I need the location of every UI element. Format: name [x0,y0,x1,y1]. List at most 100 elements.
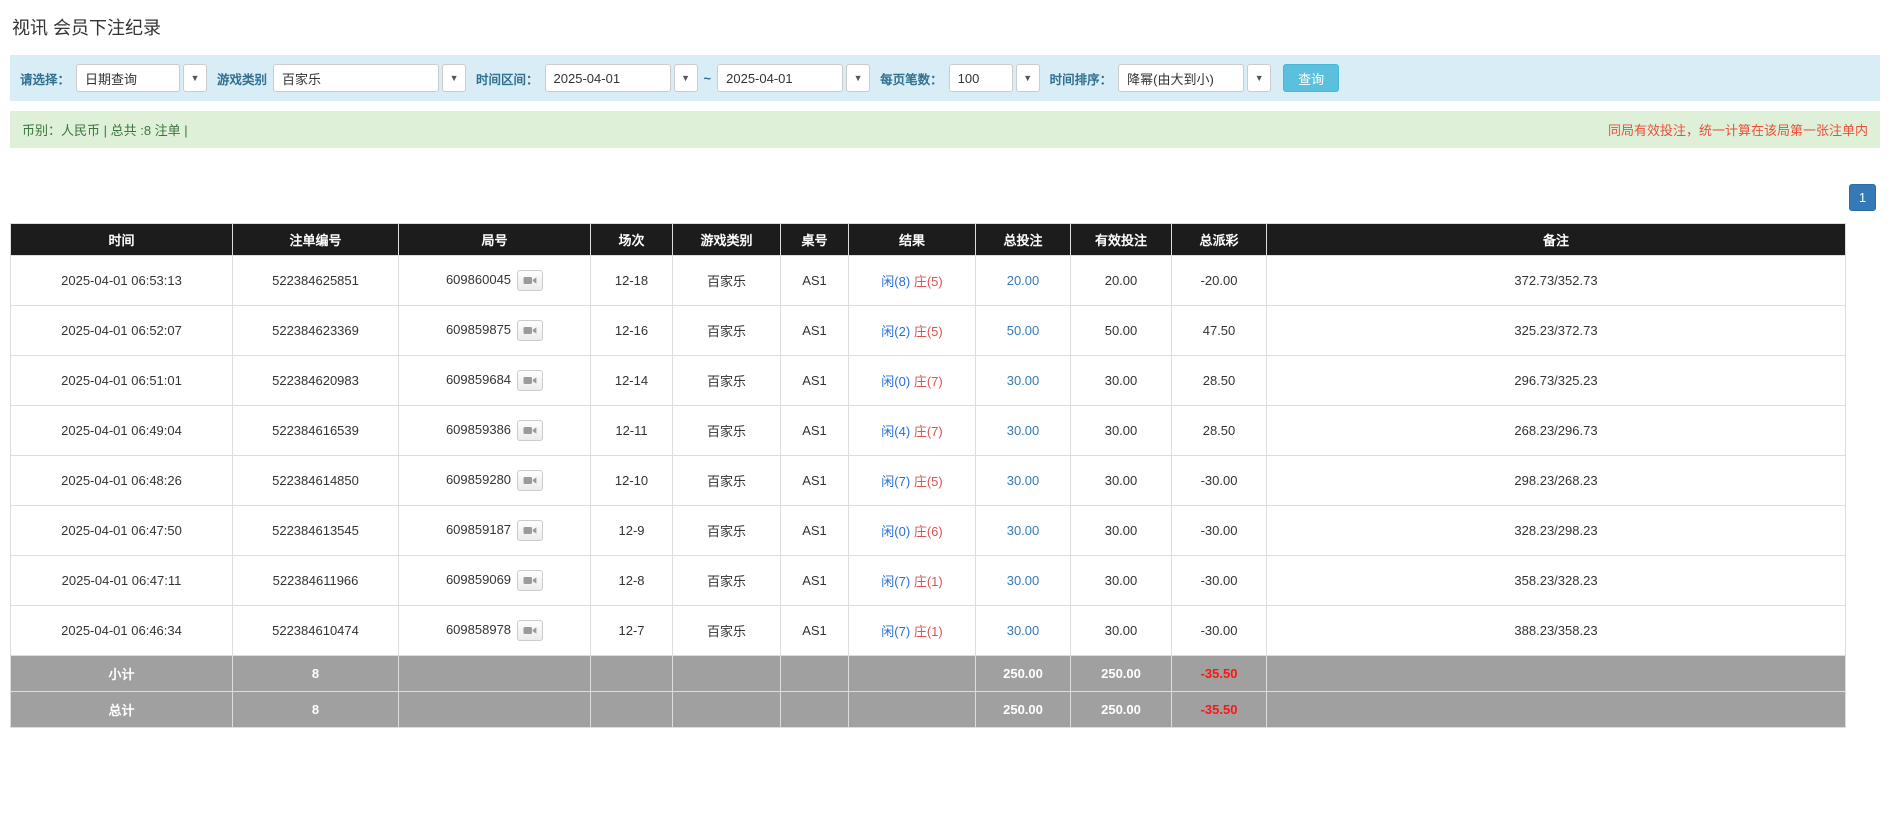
cell-note: 268.23/296.73 [1266,405,1846,456]
video-camera-icon [523,427,537,434]
cell-valid-bet: 20.00 [1070,255,1172,306]
col-valid-bet: 有效投注 [1070,223,1172,256]
cell-note: 388.23/358.23 [1266,605,1846,656]
game-type-label: 游戏类别 [217,72,268,87]
subtotal-total-bet: 250.00 [975,655,1071,692]
video-replay-button[interactable] [517,270,544,291]
cell-round: 609860045 [398,255,591,306]
col-table-no: 桌号 [780,223,849,256]
sort-select[interactable]: 降幂(由大到小) ▼ [1118,64,1272,92]
cell-time: 2025-04-01 06:46:34 [10,605,233,656]
cell-bet-id: 522384613545 [232,505,399,556]
cell-note: 328.23/298.23 [1266,505,1846,556]
grand-total-label: 总计 [10,691,233,728]
cell-result: 闲(7) 庄(1) [848,555,976,606]
cell-total-bet: 50.00 [975,305,1071,356]
round-number: 609859386 [445,421,512,437]
query-type-select[interactable]: 日期查询 ▼ [76,64,208,92]
cell-bet-id: 522384616539 [232,405,399,456]
betting-records-table: 时间 注单编号 局号 场次 游戏类别 桌号 结果 总投注 有效投注 总派彩 备注… [10,223,1846,728]
video-replay-button[interactable] [517,570,544,591]
result-banker: 庄(1) [913,574,943,589]
round-number: 609859280 [445,471,512,487]
cell-time: 2025-04-01 06:49:04 [10,405,233,456]
chevron-down-icon[interactable]: ▼ [1247,64,1272,92]
cell-total-bet: 30.00 [975,505,1071,556]
result-banker: 庄(7) [913,374,943,389]
cell-table-no: AS1 [780,405,849,456]
total-bet-link[interactable]: 30.00 [1007,373,1040,388]
grand-total-row: 总计 8 250.00 250.00 -35.50 [10,691,1846,728]
total-bet-link[interactable]: 30.00 [1007,523,1040,538]
cell-result: 闲(8) 庄(5) [848,255,976,306]
cell-time: 2025-04-01 06:51:01 [10,355,233,406]
video-replay-button[interactable] [517,620,544,641]
date-from-select[interactable]: 2025-04-01 ▼ [544,64,698,92]
date-from-value: 2025-04-01 [544,64,671,92]
date-to-select[interactable]: 2025-04-01 ▼ [717,64,871,92]
notice-text: 同局有效投注，统一计算在该局第一张注单内 [1607,123,1868,138]
video-replay-button[interactable] [517,420,544,441]
page-size-select[interactable]: 100 ▼ [948,64,1040,92]
col-round: 局号 [398,223,591,256]
round-number: 609858978 [445,621,512,637]
video-replay-button[interactable] [517,370,544,391]
total-bet-link[interactable]: 20.00 [1007,273,1040,288]
result-banker: 庄(5) [913,274,943,289]
cell-result: 闲(0) 庄(6) [848,505,976,556]
video-replay-button[interactable] [517,520,544,541]
search-button[interactable]: 查询 [1283,64,1340,92]
currency-summary: 币别：人民币 | 总共 :8 注单 | [22,123,188,138]
cell-table-no: AS1 [780,355,849,406]
video-replay-button[interactable] [517,470,544,491]
chevron-down-icon[interactable]: ▼ [673,64,698,92]
result-player: 闲(7) [881,574,911,589]
video-camera-icon [523,327,537,334]
table-footer: 小计 8 250.00 250.00 -35.50 总计 8 250.00 25… [10,655,1846,728]
cell-total-bet: 30.00 [975,455,1071,506]
total-bet-link[interactable]: 30.00 [1007,623,1040,638]
total-bet-link[interactable]: 50.00 [1007,323,1040,338]
video-camera-icon [523,577,537,584]
chevron-down-icon[interactable]: ▼ [846,64,871,92]
total-bet-link[interactable]: 30.00 [1007,423,1040,438]
cell-valid-bet: 30.00 [1070,455,1172,506]
cell-table-no: AS1 [780,455,849,506]
col-session: 场次 [590,223,673,256]
table-header: 时间 注单编号 局号 场次 游戏类别 桌号 结果 总投注 有效投注 总派彩 备注 [10,223,1846,256]
chevron-down-icon[interactable]: ▼ [183,64,208,92]
result-player: 闲(0) [881,524,911,539]
cell-game-type: 百家乐 [672,605,781,656]
cell-payout: 28.50 [1171,405,1267,456]
result-player: 闲(7) [881,474,911,489]
result-banker: 庄(1) [913,624,943,639]
video-camera-icon [523,627,537,634]
page-1-button[interactable]: 1 [1849,184,1876,211]
cell-payout: -30.00 [1171,555,1267,606]
round-number: 609859187 [445,521,512,537]
chevron-down-icon[interactable]: ▼ [1015,64,1040,92]
grand-total-payout: -35.50 [1171,691,1267,728]
cell-round: 609858978 [398,605,591,656]
cell-time: 2025-04-01 06:48:26 [10,455,233,506]
cell-game-type: 百家乐 [672,305,781,356]
cell-note: 298.23/268.23 [1266,455,1846,506]
total-bet-link[interactable]: 30.00 [1007,573,1040,588]
cell-valid-bet: 50.00 [1070,305,1172,356]
date-to-value: 2025-04-01 [717,64,844,92]
col-payout: 总派彩 [1171,223,1267,256]
total-bet-link[interactable]: 30.00 [1007,473,1040,488]
chevron-down-icon[interactable]: ▼ [442,64,467,92]
cell-game-type: 百家乐 [672,505,781,556]
col-result: 结果 [848,223,976,256]
video-camera-icon [523,477,537,484]
cell-note: 325.23/372.73 [1266,305,1846,356]
game-type-select[interactable]: 百家乐 ▼ [273,64,467,92]
result-player: 闲(7) [881,624,911,639]
col-total-bet: 总投注 [975,223,1071,256]
table-row: 2025-04-01 06:51:01 522384620983 6098596… [10,355,1846,406]
cell-payout: -30.00 [1171,505,1267,556]
video-replay-button[interactable] [517,320,544,341]
cell-bet-id: 522384611966 [232,555,399,606]
cell-session: 12-7 [590,605,673,656]
